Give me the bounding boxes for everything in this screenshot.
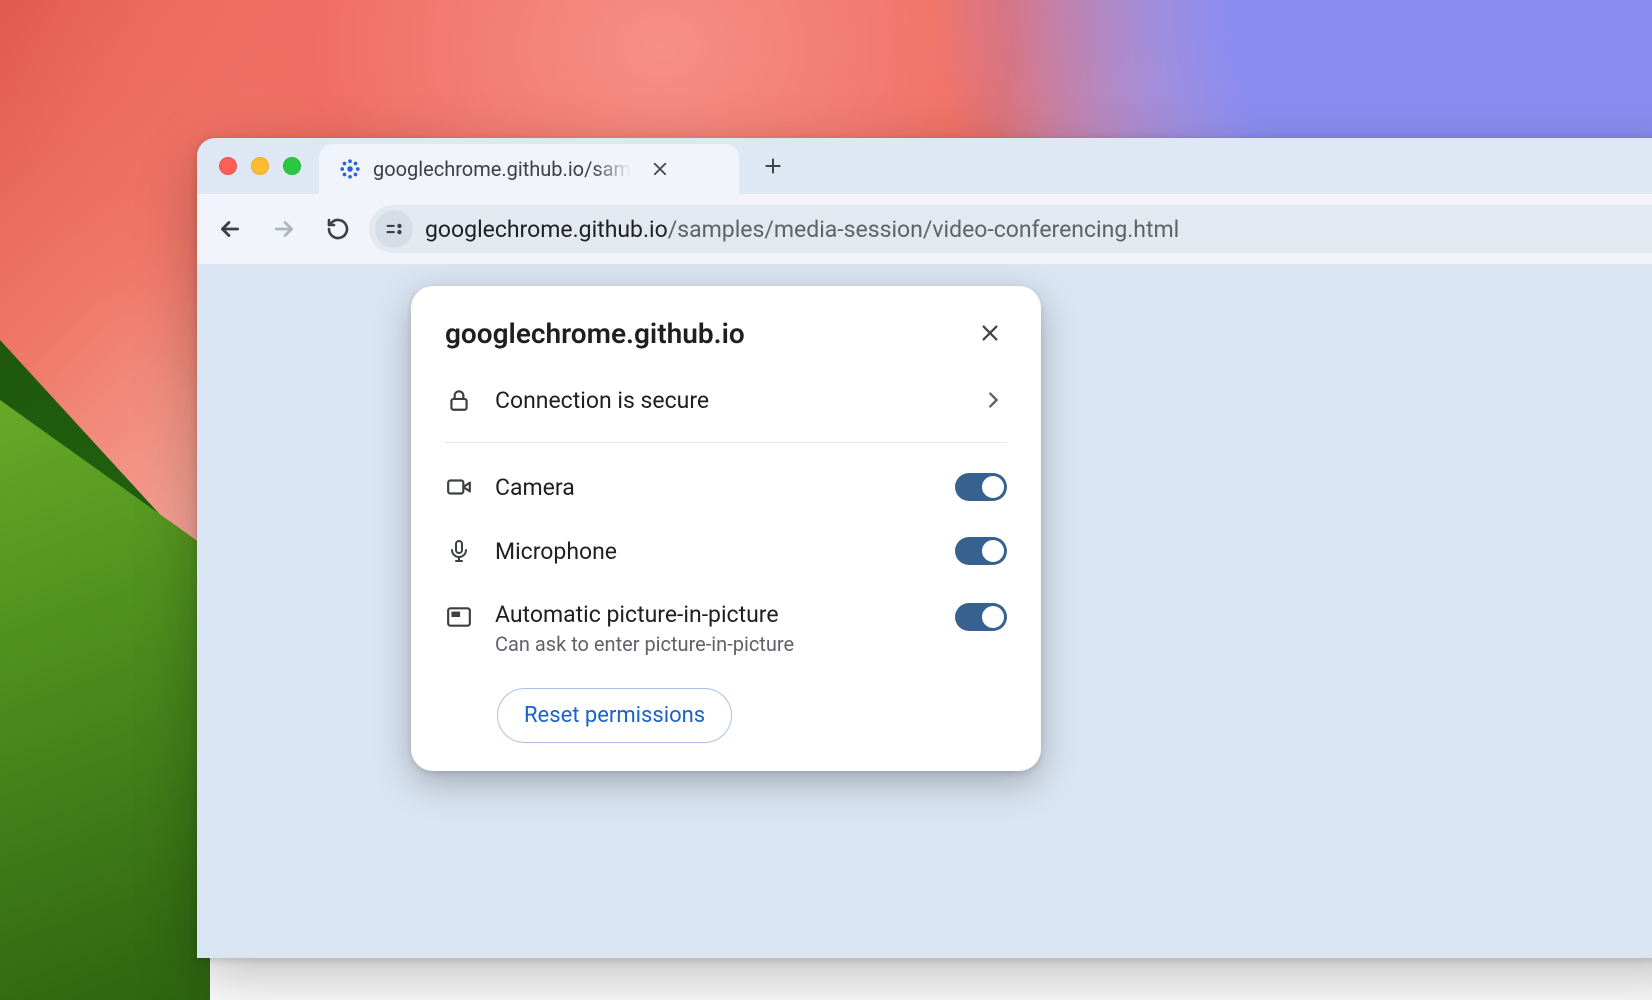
reload-button[interactable] (315, 206, 361, 252)
back-button[interactable] (207, 206, 253, 252)
browser-tab[interactable]: googlechrome.github.io/sam (319, 144, 739, 194)
popup-site-name: googlechrome.github.io (445, 317, 745, 350)
forward-button[interactable] (261, 206, 307, 252)
lock-icon (445, 386, 473, 414)
pip-icon (445, 603, 473, 631)
browser-toolbar: googlechrome.github.io/samples/media-ses… (197, 194, 1652, 264)
chevron-right-icon (979, 386, 1007, 414)
url-host: googlechrome.github.io (425, 216, 668, 243)
connection-label: Connection is secure (495, 387, 709, 414)
window-controls (219, 157, 301, 175)
window-close-button[interactable] (219, 157, 237, 175)
url-text: googlechrome.github.io/samples/media-ses… (425, 216, 1179, 243)
tab-strip: googlechrome.github.io/sam (197, 138, 1652, 194)
window-fullscreen-button[interactable] (283, 157, 301, 175)
tab-favicon (339, 158, 361, 180)
pip-sublabel: Can ask to enter picture-in-picture (495, 632, 794, 656)
reset-permissions-button[interactable]: Reset permissions (497, 688, 732, 743)
site-info-popup: googlechrome.github.io Connection is sec… (411, 286, 1041, 771)
camera-toggle[interactable] (955, 473, 1007, 501)
permission-row-pip: Automatic picture-in-picture Can ask to … (411, 583, 1041, 674)
site-info-button[interactable] (375, 210, 413, 248)
microphone-toggle[interactable] (955, 537, 1007, 565)
tab-title: googlechrome.github.io/sam (373, 157, 631, 181)
window-minimize-button[interactable] (251, 157, 269, 175)
camera-icon (445, 473, 473, 501)
microphone-label: Microphone (495, 538, 617, 565)
new-tab-button[interactable] (755, 148, 791, 184)
browser-window: googlechrome.github.io/sam googlechrome.… (197, 138, 1652, 958)
permission-row-microphone: Microphone (411, 519, 1041, 583)
pip-label: Automatic picture-in-picture (495, 601, 794, 628)
camera-label: Camera (495, 474, 575, 501)
url-path: /samples/media-session/video-conferencin… (668, 216, 1180, 243)
permission-row-camera: Camera (411, 443, 1041, 519)
tab-close-button[interactable] (647, 156, 673, 182)
address-bar[interactable]: googlechrome.github.io/samples/media-ses… (369, 205, 1652, 253)
popup-close-button[interactable] (973, 316, 1007, 350)
pip-toggle[interactable] (955, 603, 1007, 631)
connection-info-row[interactable]: Connection is secure (445, 362, 1007, 443)
microphone-icon (445, 537, 473, 565)
